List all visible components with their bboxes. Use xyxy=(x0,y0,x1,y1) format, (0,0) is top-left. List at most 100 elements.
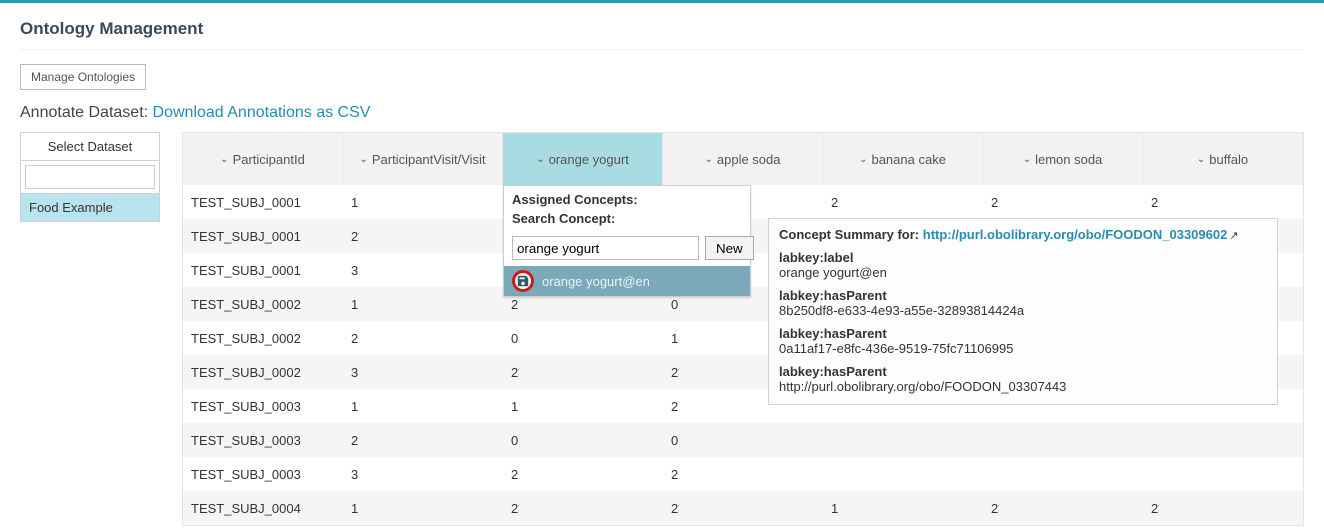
sidebar-item-food-example[interactable]: Food Example xyxy=(21,194,159,221)
table-cell: 2 xyxy=(983,491,1143,525)
column-header[interactable]: ⌄ banana cake xyxy=(823,133,983,185)
column-header-label: orange yogurt xyxy=(549,152,629,167)
column-header-label: buffalo xyxy=(1209,152,1248,167)
table-cell: 1 xyxy=(503,389,663,423)
summary-property-key: labkey:label xyxy=(779,250,1267,265)
table-cell: 3 xyxy=(343,253,503,287)
column-header[interactable]: ⌄ apple soda xyxy=(663,133,823,185)
table-cell: 2 xyxy=(343,321,503,355)
column-header-label: ParticipantId xyxy=(233,152,305,167)
concept-search-result[interactable]: orange yogurt@en xyxy=(504,266,750,296)
table-cell: 0 xyxy=(503,321,663,355)
table-cell: 0 xyxy=(503,423,663,457)
summary-property-key: labkey:hasParent xyxy=(779,364,1267,379)
column-header[interactable]: ⌄ ParticipantVisit/Visit xyxy=(343,133,503,185)
concept-result-link[interactable]: orange yogurt@en xyxy=(542,274,650,289)
summary-property-value: 8b250df8-e633-4e93-a55e-32893814424a xyxy=(779,303,1024,318)
table-cell: 2 xyxy=(823,185,983,219)
summary-property: labkey:hasParent0a11af17-e8fc-436e-9519-… xyxy=(779,326,1267,356)
column-header[interactable]: ⌄ ParticipantId xyxy=(183,133,343,185)
dataset-filter-input[interactable] xyxy=(25,165,155,189)
table-cell: TEST_SUBJ_0001 xyxy=(183,219,343,253)
chevron-down-icon: ⌄ xyxy=(859,154,867,165)
table-cell: TEST_SUBJ_0002 xyxy=(183,321,343,355)
table-cell xyxy=(1143,423,1303,457)
annotate-subtitle: Annotate Dataset: Download Annotations a… xyxy=(20,104,1304,122)
table-cell: 2 xyxy=(343,219,503,253)
table-cell: TEST_SUBJ_0004 xyxy=(183,491,343,525)
search-concept-label: Search Concept: xyxy=(512,211,742,226)
assigned-concepts-label: Assigned Concepts: xyxy=(512,192,742,207)
column-header-label: banana cake xyxy=(871,152,945,167)
new-concept-button[interactable]: New xyxy=(705,236,754,260)
chevron-down-icon: ⌄ xyxy=(1023,154,1031,165)
summary-property-value: orange yogurt@en xyxy=(779,265,887,280)
table-cell: TEST_SUBJ_0001 xyxy=(183,185,343,219)
summary-property-key: labkey:hasParent xyxy=(779,326,1267,341)
table-cell: 2 xyxy=(663,491,823,525)
chevron-down-icon: ⌄ xyxy=(359,154,367,165)
chevron-down-icon: ⌄ xyxy=(220,154,228,165)
table-cell: TEST_SUBJ_0003 xyxy=(183,457,343,491)
table-cell: 1 xyxy=(823,491,983,525)
summary-property: labkey:hasParent8b250df8-e633-4e93-a55e-… xyxy=(779,288,1267,318)
summary-link[interactable]: http://purl.obolibrary.org/obo/FOODON_03… xyxy=(923,227,1228,242)
column-header[interactable]: ⌄ orange yogurt xyxy=(503,133,663,185)
table-cell: 2 xyxy=(503,457,663,491)
column-concept-panel: Assigned Concepts: Search Concept: New o… xyxy=(503,185,751,297)
summary-prefix: Concept Summary for: xyxy=(779,227,923,242)
table-cell: 3 xyxy=(343,355,503,389)
summary-property-key: labkey:hasParent xyxy=(779,288,1267,303)
column-header[interactable]: ⌄ buffalo xyxy=(1143,133,1303,185)
table-row: TEST_SUBJ_0004122122 xyxy=(183,491,1303,525)
chevron-down-icon: ⌄ xyxy=(1197,154,1205,165)
column-header-label: lemon soda xyxy=(1035,152,1102,167)
table-cell: 1 xyxy=(343,491,503,525)
subtitle-prefix: Annotate Dataset: xyxy=(20,104,153,121)
table-cell: TEST_SUBJ_0003 xyxy=(183,423,343,457)
chevron-down-icon: ⌄ xyxy=(536,154,544,165)
data-grid: ⌄ ParticipantId ⌄ ParticipantVisit/Visit ⌄ or… xyxy=(182,132,1304,526)
chevron-down-icon: ⌄ xyxy=(704,154,712,165)
summary-property-value: 0a11af17-e8fc-436e-9519-75fc71106995 xyxy=(779,341,1013,356)
download-csv-link[interactable]: Download Annotations as CSV xyxy=(153,104,371,121)
table-cell: 2 xyxy=(983,185,1143,219)
table-cell xyxy=(983,457,1143,491)
table-cell: 0 xyxy=(663,423,823,457)
table-cell: 1 xyxy=(343,185,503,219)
table-cell: 2 xyxy=(503,491,663,525)
summary-property-value: http://purl.obolibrary.org/obo/FOODON_03… xyxy=(779,379,1066,394)
table-cell: TEST_SUBJ_0001 xyxy=(183,253,343,287)
summary-property: labkey:labelorange yogurt@en xyxy=(779,250,1267,280)
summary-property: labkey:hasParenthttp://purl.obolibrary.o… xyxy=(779,364,1267,394)
page-title: Ontology Management xyxy=(20,19,1304,39)
table-row: TEST_SUBJ_0003200 xyxy=(183,423,1303,457)
table-cell xyxy=(823,457,983,491)
table-cell: 2 xyxy=(503,355,663,389)
table-cell: 2 xyxy=(343,423,503,457)
divider xyxy=(20,49,1304,50)
table-cell: TEST_SUBJ_0002 xyxy=(183,287,343,321)
table-cell: TEST_SUBJ_0002 xyxy=(183,355,343,389)
table-cell xyxy=(1143,457,1303,491)
table-row: TEST_SUBJ_0003322 xyxy=(183,457,1303,491)
dataset-sidebar: Select Dataset Food Example xyxy=(20,132,160,222)
column-header-label: apple soda xyxy=(717,152,781,167)
column-header[interactable]: ⌄ lemon soda xyxy=(983,133,1143,185)
table-cell: TEST_SUBJ_0003 xyxy=(183,389,343,423)
table-cell: 1 xyxy=(343,389,503,423)
sidebar-heading: Select Dataset xyxy=(21,133,159,161)
external-link-icon: ↗ xyxy=(1229,230,1238,242)
search-concept-input[interactable] xyxy=(512,236,699,260)
manage-ontologies-button[interactable]: Manage Ontologies xyxy=(20,64,146,90)
column-header-label: ParticipantVisit/Visit xyxy=(372,152,486,167)
concept-summary-panel: Concept Summary for: http://purl.obolibr… xyxy=(768,218,1278,405)
table-cell xyxy=(983,423,1143,457)
save-icon[interactable] xyxy=(512,270,534,292)
table-cell: 1 xyxy=(343,287,503,321)
table-cell: 3 xyxy=(343,457,503,491)
table-cell xyxy=(823,423,983,457)
table-cell: 2 xyxy=(1143,185,1303,219)
table-cell: 2 xyxy=(1143,491,1303,525)
table-cell: 2 xyxy=(663,457,823,491)
